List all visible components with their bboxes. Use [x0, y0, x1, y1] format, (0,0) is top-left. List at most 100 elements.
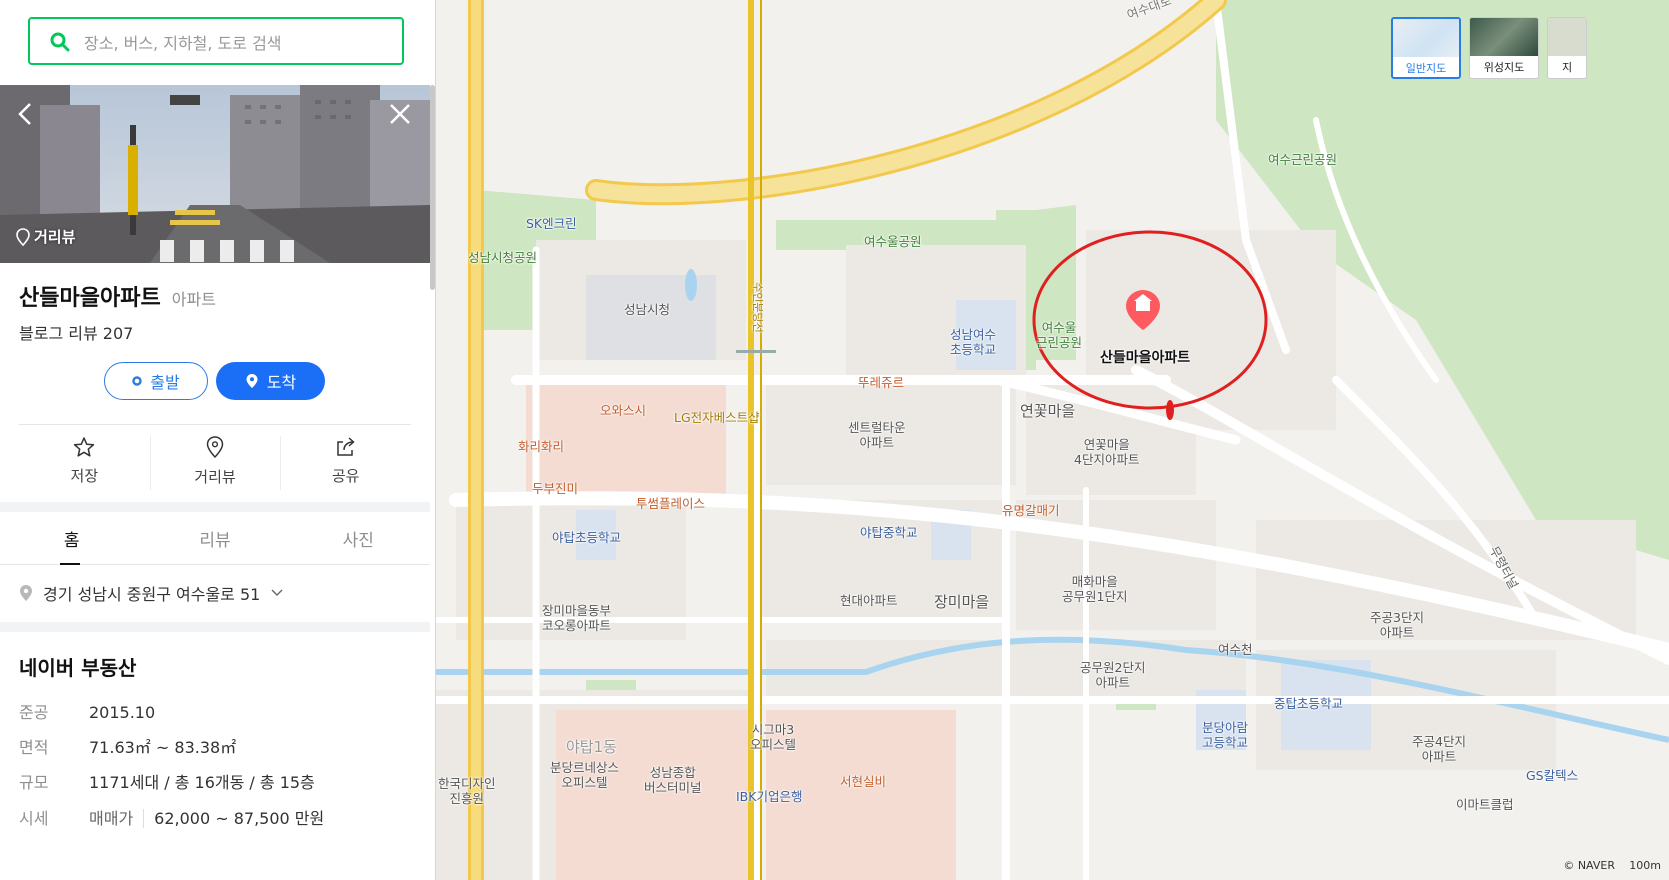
- info-key: 준공: [19, 703, 49, 722]
- share-button[interactable]: 공유: [280, 426, 411, 496]
- map-label[interactable]: 공무원2단지 아파트: [1080, 660, 1145, 690]
- arrive-label: 도착: [266, 373, 297, 392]
- maptype-label: 위성지도: [1483, 61, 1525, 74]
- map-label[interactable]: 유명갈매기: [1002, 503, 1060, 518]
- search-icon: [50, 32, 70, 52]
- map-label[interactable]: 오와스시: [600, 403, 646, 418]
- map-label[interactable]: 투썸플레이스: [636, 496, 705, 511]
- save-button[interactable]: 저장: [19, 426, 150, 496]
- streetview-pin-icon: [16, 227, 30, 246]
- map-label[interactable]: 성남종합 버스터미널: [644, 765, 702, 795]
- tab-bar: 홈 리뷰 사진: [0, 512, 430, 565]
- map-label[interactable]: 분당아람 고등학교: [1202, 720, 1248, 750]
- map-label[interactable]: IBK기업은행: [736, 789, 802, 804]
- info-key: 규모: [19, 773, 49, 792]
- info-row-area: 면적 71.63㎡ ~ 83.38㎡: [19, 734, 236, 758]
- map-label[interactable]: 여수울 근린공원: [1036, 320, 1082, 350]
- origin-dot-icon: [132, 376, 142, 386]
- map-label[interactable]: 야탑초등학교: [552, 530, 621, 545]
- blog-review-link[interactable]: 블로그 리뷰 207: [19, 320, 133, 344]
- streetview-button[interactable]: 거리뷰: [149, 426, 281, 496]
- scale-label: 100m: [1629, 859, 1661, 872]
- tab-photo[interactable]: 사진: [287, 512, 430, 564]
- info-key: 시세: [19, 809, 49, 828]
- map-label[interactable]: 센트럴타운 아파트: [848, 420, 906, 450]
- info-value: 71.63㎡ ~ 83.38㎡: [89, 738, 237, 757]
- map-label[interactable]: 여수천: [1218, 642, 1253, 657]
- maptype-normal[interactable]: 일반지도: [1391, 17, 1461, 79]
- map-label[interactable]: GS칼텍스: [1526, 768, 1578, 783]
- scrollbar-thumb[interactable]: [430, 85, 435, 290]
- map-label[interactable]: 성남시청공원: [468, 250, 537, 265]
- map-label[interactable]: 야탑1동: [566, 740, 617, 755]
- map-label[interactable]: 주공3단지 아파트: [1370, 610, 1424, 640]
- satellite-thumbnail: [1470, 18, 1538, 56]
- map-label[interactable]: 주공4단지 아파트: [1412, 734, 1466, 764]
- map-label[interactable]: 시그마3 오피스텔: [750, 722, 796, 752]
- tab-home[interactable]: 홈: [0, 512, 143, 565]
- map-label[interactable]: 연꽃마을: [1020, 404, 1075, 419]
- map-label[interactable]: 서현실비: [840, 774, 886, 789]
- search-input[interactable]: [82, 29, 386, 57]
- streetview-pin-icon: [206, 436, 224, 459]
- info-value: 1171세대 / 총 16개동 / 총 15층: [89, 773, 315, 792]
- map-label[interactable]: 현대아파트: [840, 593, 898, 608]
- selected-place-label[interactable]: 산들마을아파트: [1100, 351, 1190, 366]
- info-key: 면적: [19, 738, 49, 757]
- map-label[interactable]: 성남여수 초등학교: [950, 327, 996, 357]
- map-label[interactable]: 한국디자인 진흥원: [438, 776, 496, 806]
- search-box[interactable]: [28, 17, 404, 65]
- info-row-price: 시세 매매가 62,000 ~ 87,500 만원: [19, 805, 324, 829]
- maptype-satellite[interactable]: 위성지도: [1469, 17, 1539, 79]
- destination-pin-icon: [246, 374, 258, 388]
- streetview-label: 거리뷰: [34, 228, 76, 246]
- map-label[interactable]: SK엔크린: [526, 216, 577, 231]
- maptype-label: 일반지도: [1405, 62, 1447, 75]
- map-label[interactable]: 여수울공원: [864, 234, 922, 249]
- section-gap: [0, 622, 430, 632]
- map-label[interactable]: 두부진미: [532, 481, 578, 496]
- map-label[interactable]: 성남시청: [624, 302, 670, 317]
- address-text: 경기 성남시 중원구 여수울로 51: [43, 585, 261, 604]
- map-label[interactable]: 장미마을동부 코오롱아파트: [542, 603, 611, 633]
- info-row-scale: 규모 1171세대 / 총 16개동 / 총 15층: [19, 769, 315, 793]
- map-canvas[interactable]: 여수근린공원 SK엔크린 성남시청공원 여수울공원 성남시청 여수울 근린공원 …: [436, 0, 1669, 880]
- maptype-label: 지: [1561, 61, 1573, 74]
- close-icon[interactable]: [385, 99, 415, 129]
- map-label[interactable]: 분당르네상스 오피스텔: [550, 760, 619, 790]
- map-label[interactable]: 여수근린공원: [1268, 152, 1337, 167]
- map-label[interactable]: 야탑중학교: [860, 525, 918, 540]
- divider: [19, 424, 411, 425]
- place-title-row: 산들마을아파트 아파트: [19, 280, 216, 312]
- map-label[interactable]: 뚜레쥬르: [858, 375, 904, 390]
- map-label[interactable]: 연꽃마을 4단지아파트: [1074, 437, 1139, 467]
- maptype-other[interactable]: 지: [1547, 17, 1587, 79]
- info-value: 2015.10: [89, 703, 156, 722]
- share-icon: [336, 437, 355, 456]
- info-sub-key: 매매가: [89, 809, 145, 828]
- copyright: © NAVER: [1563, 859, 1615, 872]
- tab-review[interactable]: 리뷰: [143, 512, 286, 564]
- place-name: 산들마을아파트: [19, 286, 161, 311]
- address-row[interactable]: 경기 성남시 중원구 여수울로 51: [19, 581, 284, 605]
- streetview-action-label: 거리뷰: [194, 468, 236, 486]
- map-label[interactable]: 장미마을: [934, 595, 989, 610]
- map-label[interactable]: 이마트클럽: [1456, 797, 1514, 812]
- save-label: 저장: [70, 467, 99, 485]
- streetview-photo[interactable]: 거리뷰: [0, 85, 430, 263]
- road-label: 수인분당선: [750, 282, 764, 333]
- map-thumbnail: [1548, 18, 1586, 56]
- map-label[interactable]: 매화마을 공무원1단지: [1062, 574, 1127, 604]
- info-value: 62,000 ~ 87,500 만원: [154, 809, 325, 828]
- map-label[interactable]: 중탑초등학교: [1274, 696, 1343, 711]
- depart-button[interactable]: 출발: [104, 362, 208, 400]
- map-label[interactable]: LG전자베스트샵: [674, 410, 760, 425]
- arrive-button[interactable]: 도착: [216, 362, 325, 400]
- star-icon: [74, 437, 95, 457]
- action-bar: 저장 거리뷰 공유: [19, 426, 411, 496]
- prev-photo-icon[interactable]: [10, 99, 40, 129]
- chevron-down-icon: [271, 589, 283, 596]
- info-row-completion: 준공 2015.10: [19, 699, 155, 723]
- streetview-badge[interactable]: 거리뷰: [16, 226, 75, 247]
- map-label[interactable]: 화리화리: [518, 439, 564, 454]
